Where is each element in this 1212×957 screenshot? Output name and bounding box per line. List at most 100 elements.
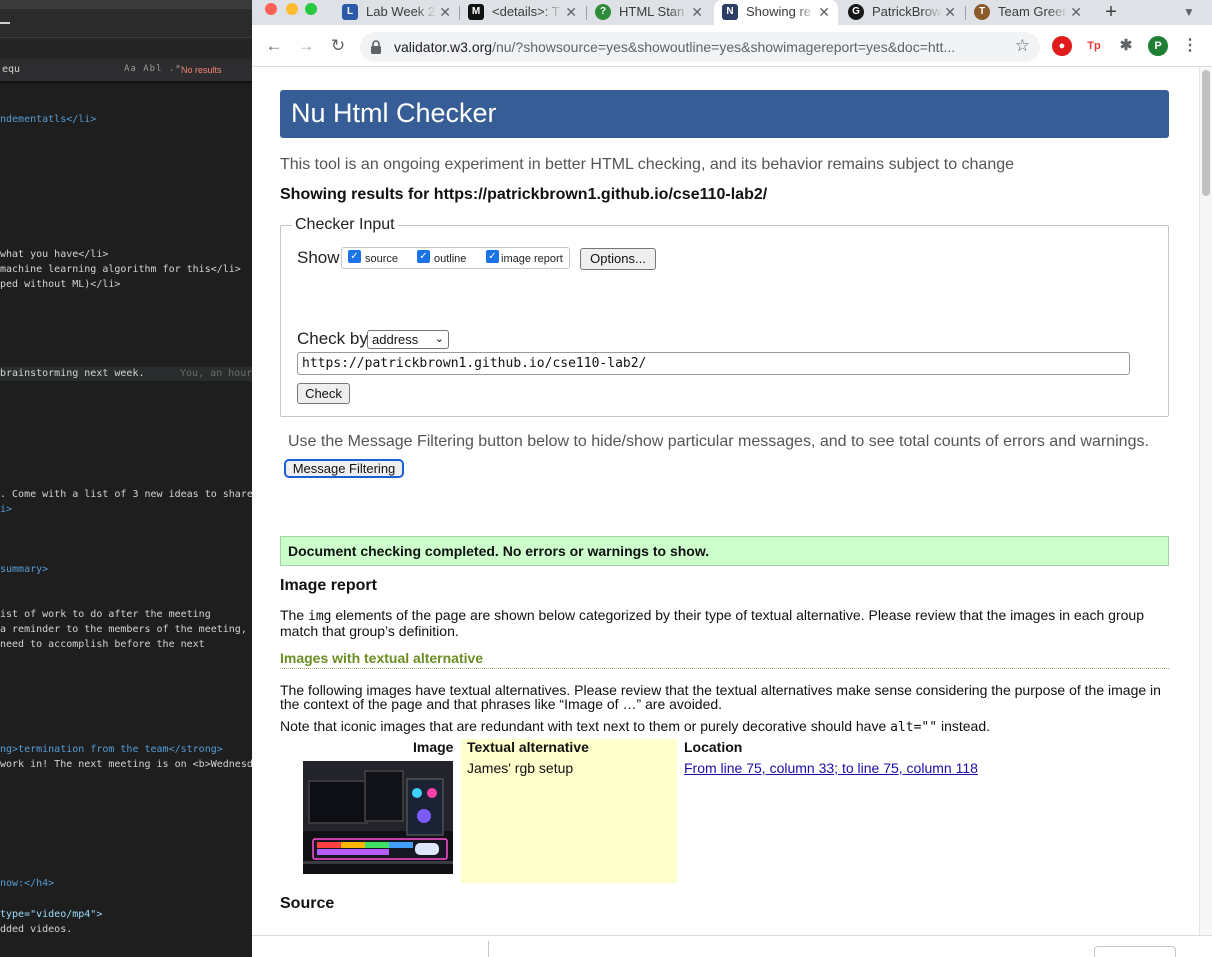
- find-options[interactable]: Aa Abl .*: [124, 64, 182, 74]
- tab-title: Team Green: [998, 4, 1068, 19]
- find-widget[interactable]: equ Aa Abl .* No results: [0, 59, 252, 83]
- tp-extension-icon[interactable]: Tp: [1084, 36, 1104, 56]
- url-text[interactable]: validator.w3.org/nu/?showsource=yes&show…: [394, 39, 1004, 55]
- back-arrow-icon[interactable]: ←: [262, 34, 286, 58]
- find-input[interactable]: equ: [2, 64, 20, 75]
- close-tab-icon[interactable]: ✕: [565, 4, 577, 21]
- tab-title: Showing re: [746, 4, 816, 19]
- code-line-text: ng>termination from the team</strong>: [0, 744, 223, 755]
- close-tab-icon[interactable]: ✕: [818, 4, 830, 21]
- team-favicon-icon: T: [974, 4, 990, 20]
- note-text: instead.: [937, 718, 991, 734]
- tab-lab-week[interactable]: L Lab Week 2 ✕: [334, 0, 459, 25]
- col-header-image: Image: [413, 739, 454, 755]
- editor-title-strip: [0, 9, 252, 37]
- alt-text-value: James' rgb setup: [467, 760, 574, 776]
- code-line: ng>termination from the team</strong>: [0, 743, 223, 757]
- code-line-text: what you have</li>: [0, 249, 109, 260]
- help-circle-icon: ?: [595, 4, 611, 20]
- check-button[interactable]: Check: [297, 383, 350, 404]
- tab-title: PatrickBrow: [872, 4, 942, 19]
- code-line-current: brainstorming next week. You, an hour: [0, 367, 252, 381]
- tab-html-standard[interactable]: ? HTML Stan ✕: [587, 0, 711, 25]
- image-report-checkbox[interactable]: ✓: [486, 250, 499, 263]
- code-line-text: . Come with a list of 3 new ideas to sha…: [0, 489, 252, 500]
- close-window-icon[interactable]: [265, 3, 277, 15]
- scrollbar-track[interactable]: [1199, 67, 1212, 935]
- lab-favicon-icon: L: [342, 4, 358, 20]
- reload-icon[interactable]: ↻: [326, 34, 350, 58]
- textual-alternative-heading: Images with textual alternative: [280, 650, 1169, 669]
- tab-github[interactable]: G PatrickBrow ✕: [840, 0, 964, 25]
- lock-icon: [371, 40, 381, 54]
- tab-search-icon[interactable]: ▼: [1177, 0, 1201, 24]
- check-by-select[interactable]: address ⌄: [367, 330, 449, 349]
- decorative-note: Note that iconic images that are redunda…: [280, 718, 990, 735]
- editor-titlebar: [0, 0, 252, 38]
- browser-window: L Lab Week 2 ✕ M <details>: T ✕ ? HTML S…: [252, 0, 1212, 957]
- new-tab-button[interactable]: +: [1099, 0, 1123, 24]
- close-tab-icon[interactable]: ✕: [944, 4, 956, 21]
- page-content: Nu Html Checker This tool is an ongoing …: [252, 67, 1199, 935]
- desc-text: The: [280, 607, 309, 623]
- chevron-down-icon: ⌄: [434, 333, 444, 345]
- desc-text: elements of the page are shown below cat…: [280, 607, 1144, 639]
- git-blame-annotation: You, an hour: [180, 368, 252, 379]
- close-tab-icon[interactable]: ✕: [439, 4, 451, 21]
- code-line: ndementatls</li>: [0, 113, 96, 127]
- img-code: img: [308, 609, 332, 624]
- url-host: validator.w3.org: [394, 39, 493, 55]
- code-line-text: i>: [0, 504, 13, 515]
- code-line: ist of work to do after the meeting: [0, 608, 211, 622]
- browser-toolbar: ← → ↻ validator.w3.org/nu/?showsource=ye…: [252, 25, 1212, 67]
- mdn-favicon-icon: M: [468, 4, 484, 20]
- outline-checkbox[interactable]: ✓: [417, 250, 430, 263]
- code-line: a reminder to the members of the meeting…: [0, 623, 247, 637]
- nu-favicon-icon: N: [722, 4, 738, 20]
- tab-title: HTML Stan: [619, 4, 689, 19]
- frame-divider: [488, 941, 489, 957]
- adblock-extension-icon[interactable]: ●: [1052, 36, 1072, 56]
- tab-nu-checker[interactable]: N Showing re ✕: [714, 0, 838, 25]
- options-button[interactable]: Options...: [580, 248, 656, 270]
- close-tab-icon[interactable]: ✕: [1070, 4, 1082, 21]
- close-tab-icon[interactable]: ✕: [691, 4, 703, 21]
- browser-menu-icon[interactable]: ⋮: [1180, 36, 1200, 56]
- checker-input-legend: Checker Input: [292, 216, 398, 234]
- filter-instructions: Use the Message Filtering button below t…: [288, 433, 1149, 450]
- tab-team-green[interactable]: T Team Green ✕: [966, 0, 1090, 25]
- code-line: what you have</li>: [0, 248, 108, 262]
- find-status: No results: [181, 65, 222, 75]
- location-link[interactable]: From line 75, column 33; to line 75, col…: [684, 760, 978, 776]
- frame-box: [1094, 946, 1176, 957]
- code-line-text: need to accomplish before the next: [0, 639, 205, 650]
- minimize-window-icon[interactable]: [286, 3, 298, 15]
- page-header: Nu Html Checker: [280, 90, 1169, 138]
- maximize-window-icon[interactable]: [305, 3, 317, 15]
- extensions-puzzle-icon[interactable]: ✱: [1116, 36, 1136, 56]
- check-by-label: Check by: [297, 329, 368, 348]
- intro-text: This tool is an ongoing experiment in be…: [280, 156, 1015, 173]
- profile-avatar[interactable]: P: [1148, 36, 1168, 56]
- forward-arrow-icon[interactable]: →: [294, 34, 318, 58]
- code-line-text: ped without ML)</li>: [0, 279, 121, 290]
- source-checkbox[interactable]: ✓: [348, 250, 361, 263]
- address-input[interactable]: https://patrickbrown1.github.io/cse110-l…: [297, 352, 1130, 375]
- rgb-desk-image: [303, 761, 453, 874]
- tab-bar: L Lab Week 2 ✕ M <details>: T ✕ ? HTML S…: [252, 0, 1212, 25]
- message-filtering-button[interactable]: Message Filtering: [284, 459, 404, 478]
- check-by-value: address: [372, 332, 419, 347]
- address-bar[interactable]: validator.w3.org/nu/?showsource=yes&show…: [360, 32, 1040, 62]
- scrollbar-thumb[interactable]: [1202, 70, 1210, 196]
- image-report-checkbox-label[interactable]: image report: [501, 253, 563, 265]
- code-line: summary>: [0, 563, 48, 577]
- editor-tab-strip: [0, 38, 252, 59]
- note-text: Note that iconic images that are redunda…: [280, 718, 891, 734]
- outline-checkbox-label[interactable]: outline: [434, 253, 466, 265]
- success-banner: Document checking completed. No errors o…: [280, 536, 1169, 566]
- alt-code: alt="": [890, 720, 938, 735]
- tab-title: <details>: T: [492, 4, 562, 19]
- tab-details[interactable]: M <details>: T ✕: [460, 0, 585, 25]
- source-checkbox-label[interactable]: source: [365, 253, 398, 265]
- bookmark-star-icon[interactable]: ☆: [1015, 36, 1030, 56]
